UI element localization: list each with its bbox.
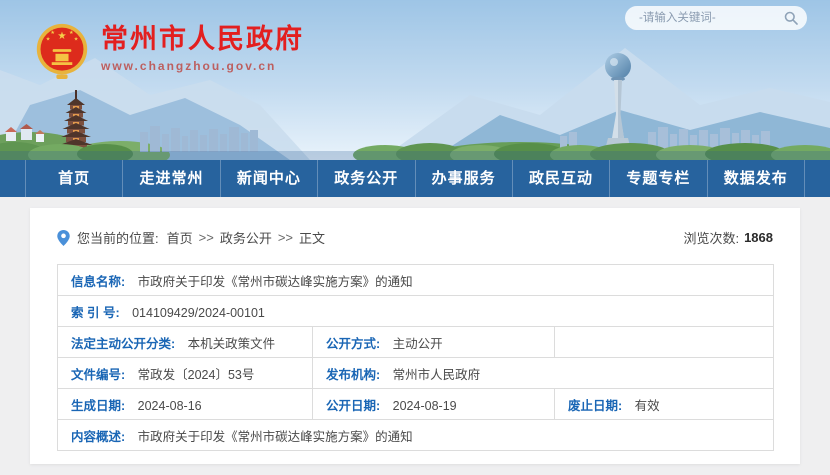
table-row: 信息名称: 市政府关于印发《常州市碳达峰实施方案》的通知 bbox=[58, 265, 774, 296]
doc-number-label: 文件编号: bbox=[71, 368, 125, 382]
nav-item-special-topics[interactable]: 专题专栏 bbox=[609, 160, 706, 197]
svg-text:★: ★ bbox=[50, 30, 55, 36]
info-name-value: 市政府关于印发《常州市碳达峰实施方案》的通知 bbox=[138, 275, 413, 289]
breadcrumb-home[interactable]: 首页 bbox=[167, 228, 193, 247]
expiry-date-value: 有效 bbox=[635, 399, 660, 413]
nav-item-news-center[interactable]: 新闻中心 bbox=[220, 160, 317, 197]
breadcrumb-separator: >> bbox=[278, 230, 293, 245]
agency-value: 常州市人民政府 bbox=[393, 368, 481, 382]
svg-text:★: ★ bbox=[69, 30, 74, 36]
site-logo[interactable]: ★ ★ ★ ★ ★ 常州市人民政府 www.changzhou.gov.cn bbox=[34, 21, 304, 81]
svg-text:★: ★ bbox=[57, 31, 66, 42]
doc-number-value: 常政发〔2024〕53号 bbox=[138, 368, 255, 382]
table-row: 内容概述: 市政府关于印发《常州市碳达峰实施方案》的通知 bbox=[58, 420, 774, 451]
svg-text:★: ★ bbox=[74, 37, 79, 43]
breadcrumb-prefix: 您当前的位置: bbox=[77, 228, 159, 247]
nav-item-about-changzhou[interactable]: 走进常州 bbox=[122, 160, 219, 197]
search-box[interactable] bbox=[625, 6, 807, 30]
created-date-value: 2024-08-16 bbox=[138, 399, 202, 413]
breadcrumb-gov-affairs[interactable]: 政务公开 bbox=[220, 228, 272, 247]
main-nav: 首页 走进常州 新闻中心 政务公开 办事服务 政民互动 专题专栏 数据发布 bbox=[0, 160, 830, 197]
content-area: 您当前的位置: 首页 >> 政务公开 >> 正文 浏览次数: 1868 信息名称… bbox=[0, 197, 830, 475]
site-title: 常州市人民政府 bbox=[101, 25, 304, 55]
view-count-value: 1868 bbox=[744, 230, 773, 245]
table-row: 文件编号: 常政发〔2024〕53号 发布机构: 常州市人民政府 bbox=[58, 358, 774, 389]
breadcrumb: 您当前的位置: 首页 >> 政务公开 >> 正文 浏览次数: 1868 bbox=[30, 208, 800, 247]
nav-item-data-release[interactable]: 数据发布 bbox=[707, 160, 805, 197]
national-emblem-icon: ★ ★ ★ ★ ★ bbox=[34, 21, 90, 81]
nav-item-gov-affairs[interactable]: 政务公开 bbox=[317, 160, 414, 197]
search-input[interactable] bbox=[625, 6, 807, 30]
open-method-label: 公开方式: bbox=[326, 337, 380, 351]
agency-label: 发布机构: bbox=[326, 368, 380, 382]
svg-text:★: ★ bbox=[46, 37, 51, 43]
index-number-label: 索 引 号: bbox=[71, 306, 120, 320]
expiry-date-label: 废止日期: bbox=[568, 399, 622, 413]
category-label: 法定主动公开分类: bbox=[71, 337, 175, 351]
published-date-label: 公开日期: bbox=[326, 399, 380, 413]
view-count-label: 浏览次数: bbox=[683, 228, 739, 247]
site-url: www.changzhou.gov.cn bbox=[101, 59, 304, 73]
nav-item-home[interactable]: 首页 bbox=[25, 160, 122, 197]
header-banner: ★ ★ ★ ★ ★ 常州市人民政府 www.changzhou.gov.cn bbox=[0, 0, 830, 160]
summary-value: 市政府关于印发《常州市碳达峰实施方案》的通知 bbox=[138, 430, 413, 444]
info-name-label: 信息名称: bbox=[71, 275, 125, 289]
table-row: 法定主动公开分类: 本机关政策文件 公开方式: 主动公开 bbox=[58, 327, 774, 358]
content-card: 您当前的位置: 首页 >> 政务公开 >> 正文 浏览次数: 1868 信息名称… bbox=[30, 208, 800, 464]
nav-item-services[interactable]: 办事服务 bbox=[415, 160, 512, 197]
search-icon[interactable] bbox=[784, 11, 798, 25]
location-pin-icon bbox=[57, 230, 70, 246]
index-number-value: 014109429/2024-00101 bbox=[132, 306, 265, 320]
empty-cell bbox=[555, 327, 774, 358]
document-meta-table: 信息名称: 市政府关于印发《常州市碳达峰实施方案》的通知 索 引 号: 0141… bbox=[57, 264, 774, 451]
created-date-label: 生成日期: bbox=[71, 399, 125, 413]
summary-label: 内容概述: bbox=[71, 430, 125, 444]
breadcrumb-separator: >> bbox=[199, 230, 214, 245]
table-row: 索 引 号: 014109429/2024-00101 bbox=[58, 296, 774, 327]
category-value: 本机关政策文件 bbox=[188, 337, 276, 351]
open-method-value: 主动公开 bbox=[393, 337, 443, 351]
nav-item-interaction[interactable]: 政民互动 bbox=[512, 160, 609, 197]
table-row: 生成日期: 2024-08-16 公开日期: 2024-08-19 废止日期: … bbox=[58, 389, 774, 420]
breadcrumb-current: 正文 bbox=[299, 228, 325, 247]
published-date-value: 2024-08-19 bbox=[393, 399, 457, 413]
